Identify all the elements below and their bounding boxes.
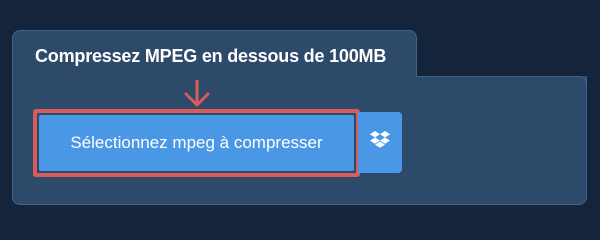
- upload-panel-title: Compressez MPEG en dessous de 100MB: [35, 46, 387, 66]
- upload-panel-corner: [416, 76, 587, 90]
- dropbox-icon: [370, 131, 390, 154]
- arrow-down-icon: [184, 80, 210, 108]
- dropbox-button[interactable]: [358, 112, 402, 173]
- select-file-button[interactable]: Sélectionnez mpeg à compresser: [39, 115, 354, 171]
